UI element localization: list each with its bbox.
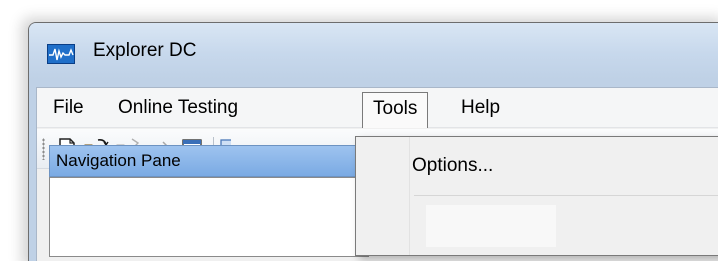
stage: Explorer DC File Online Testing Tools He… bbox=[0, 0, 718, 261]
navigation-pane-body bbox=[49, 177, 369, 257]
menu-icon-gutter bbox=[356, 137, 410, 255]
menu-item-blank bbox=[426, 205, 556, 247]
navigation-pane-header: Navigation Pane bbox=[49, 145, 369, 177]
menu-file[interactable]: File bbox=[43, 92, 94, 124]
menu-separator bbox=[414, 195, 718, 196]
toolbar-grip[interactable] bbox=[42, 138, 45, 160]
title-bar[interactable]: Explorer DC bbox=[29, 23, 718, 79]
menu-online-testing[interactable]: Online Testing bbox=[108, 92, 248, 124]
menu-tools[interactable]: Tools bbox=[362, 92, 429, 128]
waveform-app-icon bbox=[47, 44, 75, 64]
menu-item-options[interactable]: Options... bbox=[412, 155, 493, 177]
window-title: Explorer DC bbox=[93, 40, 197, 61]
menu-bar: File Online Testing Tools Help bbox=[37, 88, 718, 128]
tools-dropdown-menu: Options... bbox=[355, 136, 718, 256]
menu-help[interactable]: Help bbox=[451, 92, 510, 124]
